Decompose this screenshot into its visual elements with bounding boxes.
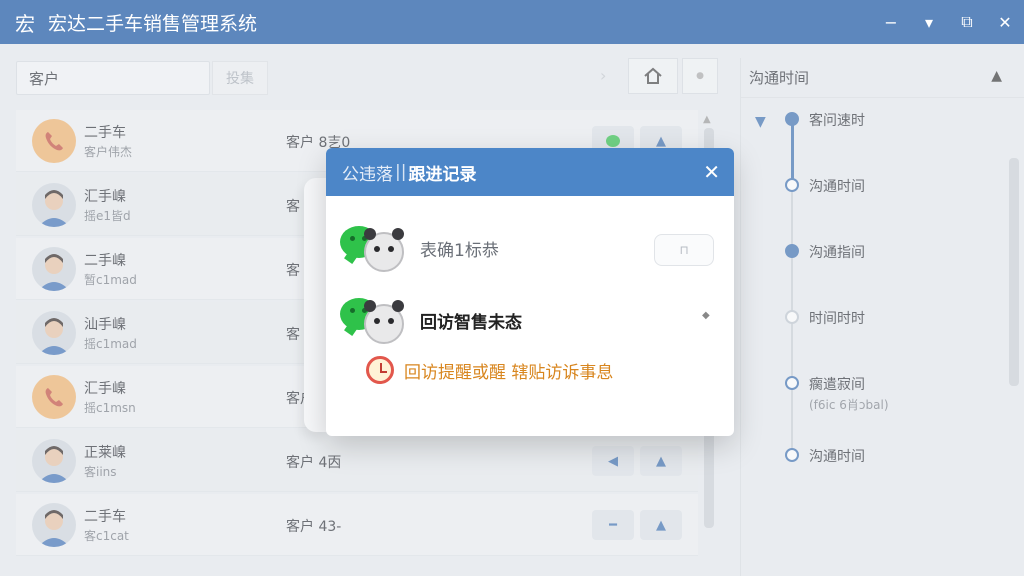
close-icon[interactable]: ✕: [703, 160, 720, 184]
wechat-bear-icon: [340, 294, 412, 346]
reminder-label: 回访提醒或醒 辖贴访诉事息: [404, 362, 614, 383]
title-bar: 宏 宏达二手车销售管理系统 − ▾ ⧉ ✕: [0, 0, 1024, 44]
maximize-button[interactable]: ⧉: [948, 0, 986, 44]
minimize-button[interactable]: −: [872, 0, 910, 44]
dialog-title-separator: ||: [395, 162, 407, 182]
dialog-item-label: 表确1标恭: [420, 240, 499, 261]
window-controls: − ▾ ⧉ ✕: [872, 0, 1024, 44]
dialog-header: 公违落 || 跟进记录: [326, 148, 734, 196]
dialog-item[interactable]: 回访智售未态: [340, 294, 522, 346]
dialog-title-prefix: 公违落: [342, 164, 393, 185]
dialog-item[interactable]: 表确1标恭: [340, 222, 499, 274]
alarm-clock-icon: [366, 356, 394, 384]
close-window-button[interactable]: ✕: [986, 0, 1024, 44]
app-logo-icon: 宏: [15, 11, 35, 36]
wechat-bear-icon: [340, 222, 412, 274]
more-dot-icon[interactable]: ◆: [702, 310, 710, 321]
window-menu-button[interactable]: ▾: [910, 0, 948, 44]
popup-shadow-panel: [304, 178, 328, 432]
dialog-item-label: 回访智售未态: [420, 312, 522, 333]
dialog-item-button[interactable]: ⊓: [654, 234, 714, 266]
follow-up-dialog: 公违落 || 跟进记录 ✕ 表确1标恭 ⊓ 回访智售未态 ◆ 回访提醒或醒 辖贴…: [326, 148, 734, 436]
dialog-title: 跟进记录: [408, 164, 477, 185]
reminder-link[interactable]: 回访提醒或醒 辖贴访诉事息: [366, 356, 613, 384]
app-title: 宏达二手车销售管理系统: [48, 12, 258, 35]
